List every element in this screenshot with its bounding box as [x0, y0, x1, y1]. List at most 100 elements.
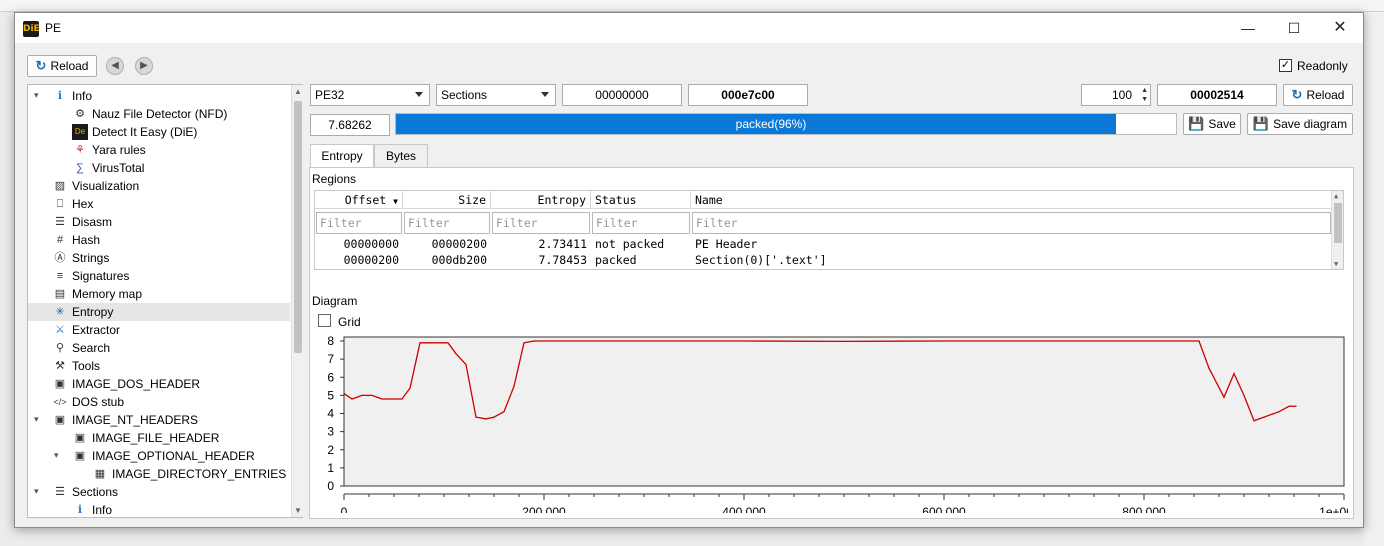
- tree-item-image-dos-header[interactable]: ▣ IMAGE_DOS_HEADER: [52, 375, 200, 393]
- column-offset[interactable]: Offset ▼: [315, 191, 403, 209]
- refresh-icon: ↻: [35, 58, 47, 73]
- tab-bytes[interactable]: Bytes: [374, 144, 428, 168]
- tree-item-signatures[interactable]: ≡ Signatures: [52, 267, 130, 285]
- tree-item-label: IMAGE_DIRECTORY_ENTRIES: [112, 467, 287, 481]
- tree-item-label: DOS stub: [72, 395, 125, 409]
- column-status[interactable]: Status: [591, 191, 691, 209]
- table-scrollbar[interactable]: ▲ ▼: [1331, 191, 1343, 269]
- nfd-icon: ⚙: [75, 108, 85, 120]
- image-icon: ▨: [54, 180, 66, 192]
- readonly-checkbox[interactable]: ✓: [1279, 59, 1292, 72]
- grid-checkbox[interactable]: [318, 314, 331, 327]
- tree-item-label: Disasm: [72, 215, 113, 229]
- tree-item-dos-stub[interactable]: </> DOS stub: [52, 393, 124, 411]
- block-size-field[interactable]: 00002514: [1157, 84, 1277, 106]
- size-field[interactable]: 000e7c00: [688, 84, 808, 106]
- tree-item-label: Hex: [72, 197, 94, 211]
- y-tick-label: 6: [327, 370, 334, 384]
- tree-item-label: IMAGE_OPTIONAL_HEADER: [92, 449, 255, 463]
- entropy-data-point: [843, 340, 845, 342]
- offset-field[interactable]: 00000000: [562, 84, 682, 106]
- virustotal-icon: ∑: [76, 162, 84, 174]
- x-tick-label: 400.000: [722, 505, 766, 513]
- tree-item-visualization[interactable]: ▨ Visualization: [52, 177, 139, 195]
- tree-item-image-file-header[interactable]: ▣ IMAGE_FILE_HEADER: [72, 429, 220, 447]
- readonly-label: Readonly: [1297, 59, 1348, 73]
- column-name[interactable]: Name: [691, 191, 1333, 209]
- tree-expander-icon[interactable]: ▾: [34, 414, 39, 425]
- status-filter-input[interactable]: Filter: [592, 212, 690, 234]
- tree-expander-icon[interactable]: ▾: [54, 450, 59, 461]
- tree-item-tools[interactable]: ⚒ Tools: [52, 357, 100, 375]
- tree-item-info[interactable]: ℹ Info: [72, 501, 113, 517]
- tree-item-label: Tools: [72, 359, 101, 373]
- minimize-icon[interactable]: —: [1225, 13, 1271, 43]
- mode-combobox[interactable]: Sections: [436, 84, 556, 106]
- tree-item-nauz-file-detector-nfd[interactable]: ⚙ Nauz File Detector (NFD): [72, 105, 227, 123]
- tree-item-info[interactable]: ℹ Info: [52, 87, 92, 105]
- tree-item-hex[interactable]: ⎕ Hex: [52, 195, 94, 213]
- tree-item-yara-rules[interactable]: ⚘ Yara rules: [72, 141, 146, 159]
- column-entropy[interactable]: Entropy: [491, 191, 591, 209]
- y-tick-label: 0: [327, 479, 334, 493]
- plot-area: [343, 336, 1345, 487]
- tree-item-label: Nauz File Detector (NFD): [92, 107, 228, 121]
- entropy-data-point: [429, 342, 431, 344]
- tree-item-label: Info: [72, 89, 93, 103]
- back-icon[interactable]: ◀: [106, 57, 124, 75]
- tree-item-disasm[interactable]: ☰ Disasm: [52, 213, 112, 231]
- tree-item-detect-it-easy-die[interactable]: De Detect It Easy (DiE): [72, 123, 197, 141]
- size-filter-input[interactable]: Filter: [404, 212, 490, 234]
- column-size[interactable]: Size: [403, 191, 491, 209]
- tree-item-strings[interactable]: Ⓐ Strings: [52, 249, 110, 267]
- tree-item-label: Detect It Easy (DiE): [92, 125, 198, 139]
- tree-item-extractor[interactable]: ⚔ Extractor: [52, 321, 120, 339]
- tree-item-entropy[interactable]: ✳ Entropy: [28, 303, 290, 321]
- reload-entropy-button[interactable]: ↻ Reload: [1283, 84, 1353, 106]
- tab-entropy[interactable]: Entropy: [310, 144, 374, 169]
- save-button[interactable]: 💾 Save: [1183, 113, 1241, 135]
- x-tick-label: 0: [341, 505, 348, 513]
- tree-scrollbar[interactable]: ▲ ▼: [291, 85, 303, 517]
- tree-item-label: IMAGE_FILE_HEADER: [92, 431, 220, 445]
- search-icon: ⚲: [55, 342, 65, 354]
- entropy-icon: ✳: [55, 306, 65, 318]
- count-spinbox[interactable]: 100 ▲ ▼: [1081, 84, 1151, 106]
- name-filter-input[interactable]: Filter: [692, 212, 1331, 234]
- tree-item-search[interactable]: ⚲ Search: [52, 339, 110, 357]
- reload-button[interactable]: ↻ Reload: [27, 55, 97, 77]
- entropy-filter-input[interactable]: Filter: [492, 212, 590, 234]
- entropy-data-point: [1263, 416, 1265, 418]
- maximize-icon[interactable]: ☐: [1271, 13, 1317, 43]
- hex-icon: ⎕: [56, 198, 64, 210]
- tree-item-sections[interactable]: ☰ Sections: [52, 483, 118, 501]
- tree-item-virustotal[interactable]: ∑ VirusTotal: [72, 159, 144, 177]
- forward-icon[interactable]: ▶: [135, 57, 153, 75]
- tree-item-label: Visualization: [72, 179, 140, 193]
- tree-item-label: IMAGE_DOS_HEADER: [72, 377, 201, 391]
- tree-item-image-directory-entries[interactable]: ▦ IMAGE_DIRECTORY_ENTRIES: [92, 465, 286, 483]
- offset-filter-input[interactable]: Filter: [316, 212, 402, 234]
- x-tick-label: 800.000: [1122, 505, 1166, 513]
- x-tick-label: 600.000: [922, 505, 966, 513]
- close-icon[interactable]: ✕: [1317, 13, 1363, 43]
- entropy-data-point: [503, 411, 505, 413]
- yara-icon: ⚘: [75, 144, 85, 156]
- entropy-data-point: [1223, 396, 1225, 398]
- background-app-bar: [0, 0, 1384, 12]
- entropy-data-point: [447, 342, 449, 344]
- entropy-data-point: [439, 342, 441, 344]
- tree-item-memory-map[interactable]: ▤ Memory map: [52, 285, 142, 303]
- floppy-disk-icon: 💾: [1188, 116, 1205, 131]
- tree-item-image-nt-headers[interactable]: ▣ IMAGE_NT_HEADERS: [52, 411, 198, 429]
- tree-item-label: Info: [92, 503, 113, 517]
- tree-item-hash[interactable]: # Hash: [52, 231, 100, 249]
- status-cell: not packed: [595, 237, 665, 251]
- spin-arrows-icon[interactable]: ▲ ▼: [1141, 86, 1148, 104]
- save-diagram-button[interactable]: 💾 Save diagram: [1247, 113, 1353, 135]
- die-app-icon: DiE: [23, 21, 40, 37]
- tree-expander-icon[interactable]: ▾: [34, 90, 39, 101]
- tree-expander-icon[interactable]: ▾: [34, 486, 39, 497]
- type-combobox[interactable]: PE32: [310, 84, 430, 106]
- tree-item-image-optional-header[interactable]: ▣ IMAGE_OPTIONAL_HEADER: [72, 447, 255, 465]
